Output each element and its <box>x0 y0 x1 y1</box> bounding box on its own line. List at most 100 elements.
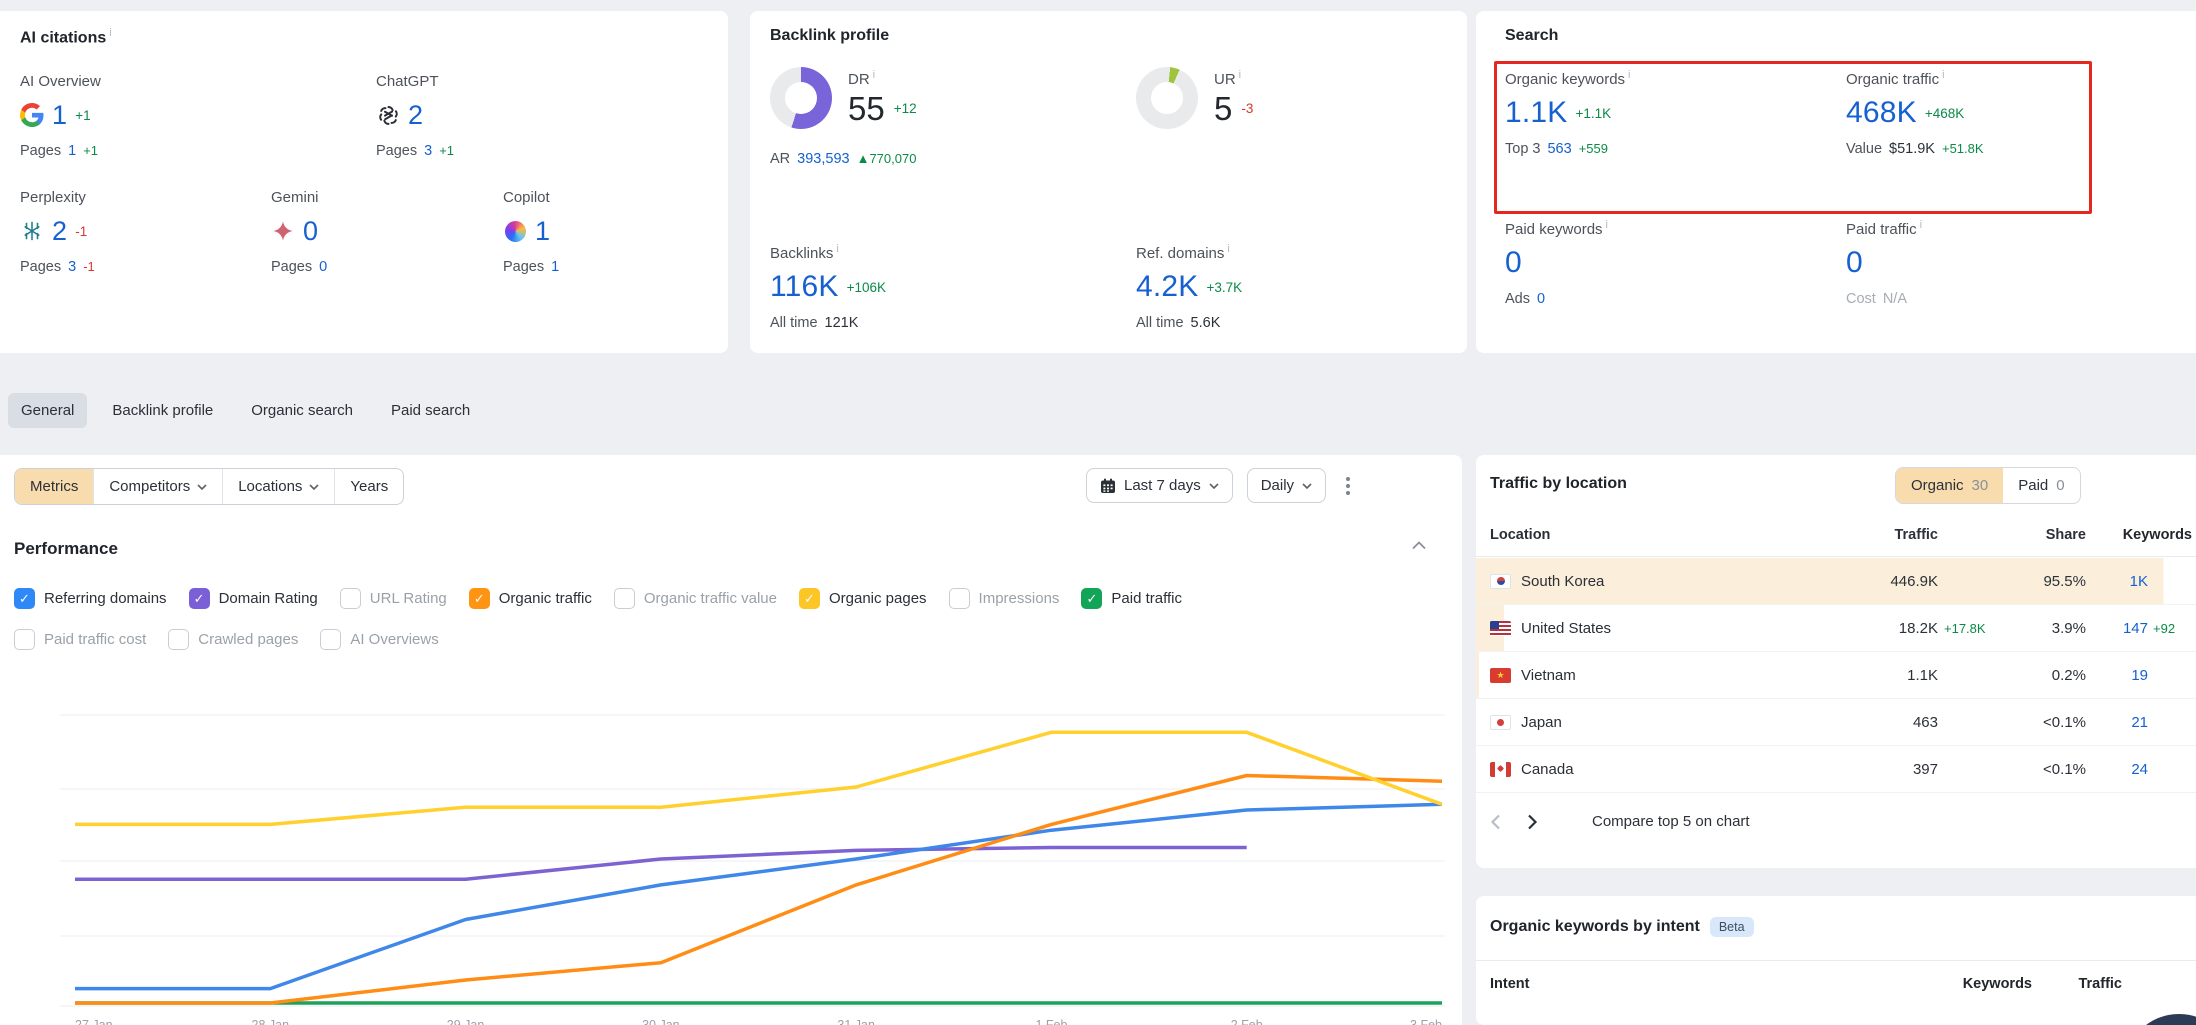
info-icon[interactable]: i <box>1920 219 1922 231</box>
checkbox-icon[interactable] <box>14 629 35 650</box>
prev-page-icon[interactable] <box>1490 814 1501 830</box>
location-row[interactable]: United States 18.2K +17.8K 3.9% 147 +92 <box>1476 605 2196 652</box>
metric-checkbox[interactable]: ✓ Domain Rating <box>189 588 318 609</box>
granularity-dropdown[interactable]: Daily <box>1247 468 1326 503</box>
info-icon[interactable]: i <box>1942 69 1944 81</box>
country-flag-icon <box>1490 574 1511 589</box>
metric-checkbox-row-1: ✓ Referring domains ✓ Domain Rating URL … <box>14 588 1182 609</box>
ai-overview-pages[interactable]: 1 <box>68 143 76 159</box>
checkbox-icon[interactable]: ✓ <box>469 588 490 609</box>
performance-chart[interactable]: 27 Jan28 Jan29 Jan30 Jan31 Jan1 Feb2 Feb… <box>60 693 1445 1025</box>
checkbox-icon[interactable]: ✓ <box>14 588 35 609</box>
info-icon[interactable]: i <box>1606 219 1608 231</box>
ref-domains-value[interactable]: 4.2K <box>1136 270 1199 304</box>
intent-table-header: Intent Keywords Traffic <box>1476 960 2196 1006</box>
copilot-pages[interactable]: 1 <box>551 259 559 275</box>
location-row[interactable]: South Korea 446.9K 95.5% 1K <box>1476 558 2196 605</box>
metric-checkbox[interactable]: ✓ Paid traffic <box>1081 588 1182 609</box>
backlink-profile-card: Backlink profile DRi 55+12 AR393,593▲770… <box>750 11 1467 353</box>
metric-checkbox[interactable]: ✓ Referring domains <box>14 588 167 609</box>
tab-general[interactable]: General <box>8 393 87 428</box>
keywords-link[interactable]: 19 <box>2086 667 2148 684</box>
gemini-pages[interactable]: 0 <box>319 259 327 275</box>
beta-badge: Beta <box>1710 917 1754 937</box>
keywords-link[interactable]: 21 <box>2086 714 2148 731</box>
keywords-by-intent-card: Organic keywords by intent Beta Intent K… <box>1476 896 2196 1025</box>
checkbox-icon[interactable]: ✓ <box>1081 588 1102 609</box>
years-button[interactable]: Years <box>334 469 403 504</box>
keywords-link[interactable]: 1K <box>2086 573 2148 590</box>
paid-keywords-value[interactable]: 0 <box>1505 246 1522 280</box>
section-tabs: General Backlink profile Organic search … <box>8 393 483 428</box>
info-icon[interactable]: i <box>1239 69 1241 81</box>
info-icon[interactable]: i <box>873 69 875 81</box>
ads-value[interactable]: 0 <box>1537 291 1545 307</box>
metric-checkbox[interactable]: Organic traffic value <box>614 588 777 609</box>
ai-citations-title: AI citationsi <box>20 27 708 47</box>
search-title: Search <box>1505 27 2176 45</box>
ai-overview-value[interactable]: 1 <box>52 100 67 131</box>
metric-checkbox[interactable]: ✓ Organic traffic <box>469 588 592 609</box>
chatgpt-icon <box>376 103 400 127</box>
metric-checkbox[interactable]: Crawled pages <box>168 629 298 650</box>
chatgpt-value[interactable]: 2 <box>408 100 423 131</box>
checkbox-icon[interactable]: ✓ <box>799 588 820 609</box>
perplexity-metric: Perplexity 2 -1 Pages3-1 <box>20 189 271 275</box>
ur-metric: URi 5-3 <box>1136 67 1447 243</box>
metric-checkbox[interactable]: Impressions <box>949 588 1060 609</box>
checkbox-icon[interactable] <box>168 629 189 650</box>
keywords-link[interactable]: 147 <box>2086 620 2148 637</box>
gemini-metric: Gemini 0 Pages0 <box>271 189 503 275</box>
traffic-by-location-card: Traffic by location Organic30 Paid0 Loca… <box>1476 455 2196 868</box>
perplexity-value[interactable]: 2 <box>52 216 67 247</box>
tab-paid-search[interactable]: Paid search <box>378 393 483 428</box>
checkbox-icon[interactable] <box>340 588 361 609</box>
organic-toggle[interactable]: Organic30 <box>1896 468 2003 503</box>
organic-traffic-value[interactable]: 468K <box>1846 96 1917 130</box>
gemini-value[interactable]: 0 <box>303 216 318 247</box>
next-page-icon[interactable] <box>1527 814 1538 830</box>
info-icon[interactable]: i <box>836 243 838 255</box>
checkbox-icon[interactable] <box>614 588 635 609</box>
copilot-metric: Copilot 1 Pages1 <box>503 189 559 275</box>
perplexity-pages[interactable]: 3 <box>68 259 76 275</box>
location-row[interactable]: Vietnam 1.1K 0.2% 19 <box>1476 652 2196 699</box>
info-icon[interactable]: i <box>1628 69 1630 81</box>
metric-checkbox[interactable]: AI Overviews <box>320 629 438 650</box>
info-icon[interactable]: i <box>109 27 111 39</box>
location-row[interactable]: Canada 397 <0.1% 24 <box>1476 746 2196 793</box>
location-row[interactable]: Japan 463 <0.1% 21 <box>1476 699 2196 746</box>
checkbox-icon[interactable]: ✓ <box>189 588 210 609</box>
chatgpt-pages[interactable]: 3 <box>424 143 432 159</box>
organic-traffic-metric: Organic traffici 468K+468K Value$51.9K+5… <box>1846 69 2176 219</box>
collapse-chevron-icon[interactable] <box>1412 541 1426 550</box>
info-icon[interactable]: i <box>1227 243 1229 255</box>
backlinks-metric: Backlinksi 116K+106K All time121K <box>770 243 1136 331</box>
paid-traffic-value[interactable]: 0 <box>1846 246 1863 280</box>
organic-keywords-value[interactable]: 1.1K <box>1505 96 1568 130</box>
ar-value[interactable]: 393,593 <box>797 151 849 167</box>
ai-overview-metric: AI Overview 1 +1 Pages1+1 <box>20 73 376 159</box>
compare-top5-link[interactable]: Compare top 5 on chart <box>1592 813 1750 830</box>
top3-value[interactable]: 563 <box>1547 141 1571 157</box>
locations-dropdown[interactable]: Locations <box>222 469 334 504</box>
metric-checkbox[interactable]: Paid traffic cost <box>14 629 146 650</box>
google-icon <box>20 103 44 127</box>
svg-text:30 Jan: 30 Jan <box>642 1018 680 1025</box>
tab-backlink-profile[interactable]: Backlink profile <box>99 393 226 428</box>
perplexity-icon <box>20 219 44 243</box>
metric-checkbox[interactable]: URL Rating <box>340 588 447 609</box>
copilot-value[interactable]: 1 <box>535 216 550 247</box>
metrics-button[interactable]: Metrics <box>15 469 93 504</box>
keywords-link[interactable]: 24 <box>2086 761 2148 778</box>
tab-organic-search[interactable]: Organic search <box>238 393 366 428</box>
metric-checkbox[interactable]: ✓ Organic pages <box>799 588 927 609</box>
svg-text:27 Jan: 27 Jan <box>75 1018 113 1025</box>
competitors-dropdown[interactable]: Competitors <box>93 469 222 504</box>
date-range-dropdown[interactable]: Last 7 days <box>1086 468 1233 503</box>
more-options-icon[interactable] <box>1340 471 1356 501</box>
checkbox-icon[interactable] <box>320 629 341 650</box>
checkbox-icon[interactable] <box>949 588 970 609</box>
backlinks-value[interactable]: 116K <box>770 270 839 304</box>
paid-toggle[interactable]: Paid0 <box>2003 468 2079 503</box>
